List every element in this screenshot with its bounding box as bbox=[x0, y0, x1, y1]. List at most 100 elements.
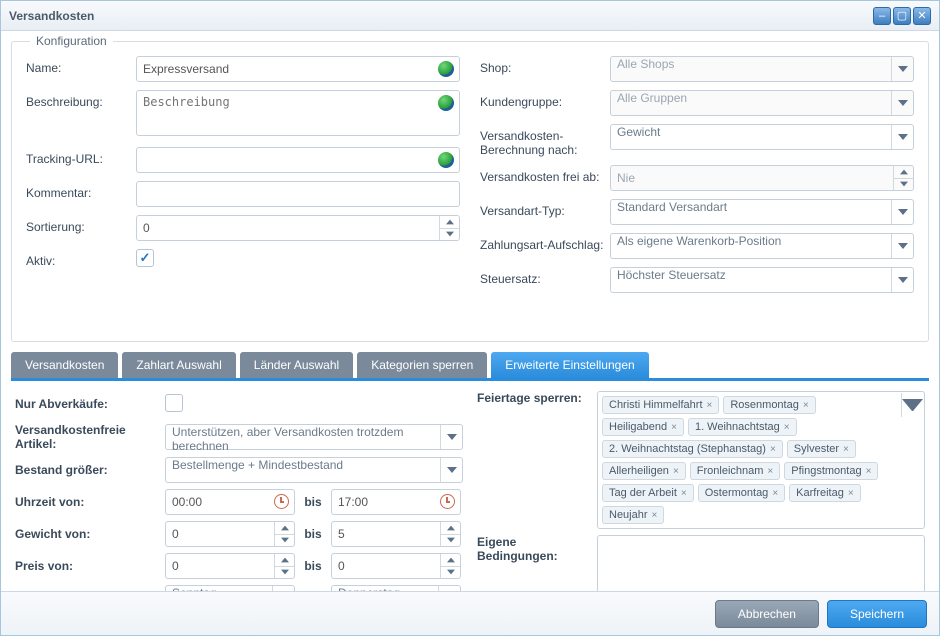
active-checkbox[interactable] bbox=[136, 249, 154, 267]
chevron-down-icon[interactable] bbox=[901, 393, 923, 417]
chevron-down-icon[interactable] bbox=[272, 586, 294, 591]
own-conditions-input[interactable] bbox=[597, 535, 925, 591]
globe-icon[interactable] bbox=[438, 61, 454, 77]
save-button[interactable]: Speichern bbox=[827, 600, 927, 628]
shipping-type-label: Versandart-Typ: bbox=[480, 199, 610, 218]
tax-select[interactable]: Höchster Steuersatz bbox=[610, 267, 914, 293]
calc-value: Gewicht bbox=[617, 125, 660, 139]
titlebar: Versandkosten – ▢ ✕ bbox=[1, 1, 939, 31]
tag-remove-icon[interactable]: × bbox=[770, 444, 776, 455]
holidays-tagfield[interactable]: Christi Himmelfahrt×Rosenmontag×Heiligab… bbox=[597, 391, 925, 529]
stock-value: Bestellmenge + Mindestbestand bbox=[172, 458, 343, 472]
comment-input[interactable] bbox=[136, 181, 460, 207]
tab-shipping-costs[interactable]: Versandkosten bbox=[11, 352, 118, 378]
tag-remove-icon[interactable]: × bbox=[671, 422, 677, 433]
tab-advanced-settings[interactable]: Erweiterte Einstellungen bbox=[491, 352, 648, 378]
active-label: Aktiv: bbox=[26, 249, 136, 268]
chevron-up-icon[interactable] bbox=[275, 554, 294, 567]
globe-icon[interactable] bbox=[438, 95, 454, 111]
stock-select[interactable]: Bestellmenge + Mindestbestand bbox=[165, 457, 463, 483]
tab-payment-selection[interactable]: Zahlart Auswahl bbox=[122, 352, 235, 378]
free-spinner[interactable] bbox=[893, 166, 913, 190]
price-from-spinner[interactable] bbox=[274, 554, 294, 578]
tag-remove-icon[interactable]: × bbox=[673, 466, 679, 477]
chevron-down-icon[interactable] bbox=[891, 91, 913, 115]
weekday-to-value: Donnerstag bbox=[338, 586, 400, 591]
cancel-button[interactable]: Abbrechen bbox=[715, 600, 819, 628]
tag-remove-icon[interactable]: × bbox=[772, 488, 778, 499]
holiday-tag: Fronleichnam× bbox=[690, 462, 780, 480]
tracking-url-label: Tracking-URL: bbox=[26, 147, 136, 166]
chevron-up-icon[interactable] bbox=[441, 554, 460, 567]
chevron-down-icon[interactable] bbox=[440, 229, 459, 241]
sort-spinner[interactable] bbox=[439, 216, 459, 240]
tag-remove-icon[interactable]: × bbox=[652, 510, 658, 521]
customer-group-select[interactable]: Alle Gruppen bbox=[610, 90, 914, 116]
left-column: Name: Beschreibung: bbox=[26, 56, 460, 301]
sort-label: Sortierung: bbox=[26, 215, 136, 234]
tag-label: Christi Himmelfahrt bbox=[609, 399, 703, 411]
holiday-tag: Neujahr× bbox=[602, 506, 664, 524]
chevron-up-icon[interactable] bbox=[894, 166, 913, 179]
shop-select[interactable]: Alle Shops bbox=[610, 56, 914, 82]
weight-to-spinner[interactable] bbox=[440, 522, 460, 546]
tag-remove-icon[interactable]: × bbox=[767, 466, 773, 477]
chevron-down-icon[interactable] bbox=[891, 200, 913, 224]
close-button[interactable]: ✕ bbox=[913, 7, 931, 25]
chevron-down-icon[interactable] bbox=[891, 234, 913, 258]
shipping-type-select[interactable]: Standard Versandart bbox=[610, 199, 914, 225]
free-from-input[interactable] bbox=[610, 165, 914, 191]
panel-right: Feiertage sperren: Christi Himmelfahrt×R… bbox=[477, 391, 925, 591]
tag-remove-icon[interactable]: × bbox=[681, 488, 687, 499]
tag-label: 2. Weihnachtstag (Stephanstag) bbox=[609, 443, 766, 455]
price-to-spinner[interactable] bbox=[440, 554, 460, 578]
chevron-down-icon[interactable] bbox=[275, 567, 294, 579]
maximize-button[interactable]: ▢ bbox=[893, 7, 911, 25]
only-sales-checkbox[interactable] bbox=[165, 394, 183, 412]
chevron-down-icon[interactable] bbox=[441, 567, 460, 579]
chevron-down-icon[interactable] bbox=[440, 458, 462, 482]
tag-remove-icon[interactable]: × bbox=[848, 488, 854, 499]
clock-icon[interactable] bbox=[274, 494, 289, 509]
chevron-down-icon[interactable] bbox=[438, 586, 460, 591]
tag-label: 1. Weihnachtstag bbox=[695, 421, 780, 433]
tracking-url-input[interactable] bbox=[136, 147, 460, 173]
name-label: Name: bbox=[26, 56, 136, 75]
tag-remove-icon[interactable]: × bbox=[784, 422, 790, 433]
chevron-up-icon[interactable] bbox=[440, 216, 459, 229]
holiday-tag: Pfingstmontag× bbox=[784, 462, 878, 480]
tag-remove-icon[interactable]: × bbox=[803, 400, 809, 411]
tab-country-selection[interactable]: Länder Auswahl bbox=[240, 352, 353, 378]
tab-block-categories[interactable]: Kategorien sperren bbox=[357, 352, 487, 378]
chevron-down-icon[interactable] bbox=[891, 57, 913, 81]
name-input[interactable] bbox=[136, 56, 460, 82]
sort-input[interactable] bbox=[136, 215, 460, 241]
description-label: Beschreibung: bbox=[26, 90, 136, 109]
shipping-costs-window: Versandkosten – ▢ ✕ Konfiguration Name: bbox=[0, 0, 940, 636]
weight-from-spinner[interactable] bbox=[274, 522, 294, 546]
chevron-down-icon[interactable] bbox=[894, 179, 913, 191]
globe-icon[interactable] bbox=[438, 152, 454, 168]
stock-label: Bestand größer: bbox=[15, 463, 165, 477]
tag-remove-icon[interactable]: × bbox=[866, 466, 872, 477]
chevron-up-icon[interactable] bbox=[441, 522, 460, 535]
chevron-down-icon[interactable] bbox=[275, 535, 294, 547]
holiday-tag: 2. Weihnachtstag (Stephanstag) × bbox=[602, 440, 783, 458]
calc-select[interactable]: Gewicht bbox=[610, 124, 914, 150]
tag-remove-icon[interactable]: × bbox=[707, 400, 713, 411]
shop-value: Alle Shops bbox=[617, 57, 674, 71]
surcharge-select[interactable]: Als eigene Warenkorb-Position bbox=[610, 233, 914, 259]
minimize-button[interactable]: – bbox=[873, 7, 891, 25]
description-input[interactable] bbox=[136, 90, 460, 136]
chevron-down-icon[interactable] bbox=[441, 535, 460, 547]
chevron-down-icon[interactable] bbox=[891, 268, 913, 292]
chevron-up-icon[interactable] bbox=[275, 522, 294, 535]
holiday-tag: Rosenmontag× bbox=[723, 396, 815, 414]
chevron-down-icon[interactable] bbox=[891, 125, 913, 149]
tag-remove-icon[interactable]: × bbox=[843, 444, 849, 455]
comment-label: Kommentar: bbox=[26, 181, 136, 200]
chevron-down-icon[interactable] bbox=[440, 425, 462, 449]
bis-label: bis bbox=[295, 527, 331, 541]
free-articles-select[interactable]: Unterstützen, aber Versandkosten trotzde… bbox=[165, 424, 463, 450]
clock-icon[interactable] bbox=[440, 494, 455, 509]
